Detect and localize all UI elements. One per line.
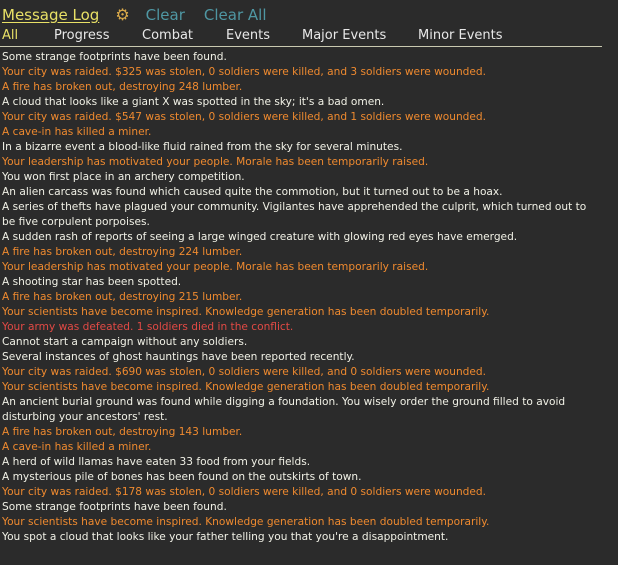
message-item: A sudden rash of reports of seeing a lar… (2, 231, 518, 243)
tab-major-events[interactable]: Major Events (302, 28, 386, 43)
message-item: An ancient burial ground was found while… (2, 396, 566, 423)
message-item: A shooting star has been spotted. (2, 276, 182, 288)
message-item: You spot a cloud that looks like your fa… (2, 531, 449, 543)
message-item: Your city was raided. $547 was stolen, 0… (2, 111, 486, 123)
message-item: Some strange footprints have been found. (2, 51, 227, 63)
message-item: Your leadership has motivated your peopl… (2, 261, 429, 273)
message-item: A mysterious pile of bones has been foun… (2, 471, 362, 483)
message-item: Your scientists have become inspired. Kn… (2, 381, 490, 393)
message-item: A series of thefts have plagued your com… (2, 201, 587, 228)
gear-icon[interactable]: ⚙ (115, 7, 129, 23)
message-list: Some strange footprints have been found.… (2, 50, 598, 545)
message-item: Your scientists have become inspired. Kn… (2, 306, 490, 318)
message-item: A cloud that looks like a giant X was sp… (2, 96, 385, 108)
message-log-header: Message Log ⚙ Clear Clear All (2, 4, 285, 26)
message-item: An alien carcass was found which caused … (2, 186, 503, 198)
message-item: Your city was raided. $178 was stolen, 0… (2, 486, 486, 498)
message-item: Your scientists have become inspired. Kn… (2, 516, 490, 528)
tab-events[interactable]: Events (226, 28, 270, 43)
message-item: A fire has broken out, destroying 224 lu… (2, 246, 243, 258)
clear-button[interactable]: Clear (146, 6, 185, 24)
message-item: A fire has broken out, destroying 215 lu… (2, 291, 243, 303)
message-log-title[interactable]: Message Log (2, 6, 99, 24)
message-item: Your city was raided. $325 was stolen, 0… (2, 66, 486, 78)
message-list-scrollbar[interactable] (606, 50, 618, 565)
message-item: Your army was defeated. 1 soldiers died … (2, 321, 294, 333)
message-item: Cannot start a campaign without any sold… (2, 336, 248, 348)
message-item: A fire has broken out, destroying 248 lu… (2, 81, 243, 93)
message-item: Your city was raided. $690 was stolen, 0… (2, 366, 486, 378)
message-item: A herd of wild llamas have eaten 33 food… (2, 456, 311, 468)
message-item: A cave-in has killed a miner. (2, 441, 152, 453)
clear-all-button[interactable]: Clear All (204, 6, 267, 24)
message-item: A fire has broken out, destroying 143 lu… (2, 426, 243, 438)
tab-minor-events[interactable]: Minor Events (418, 28, 503, 43)
message-filter-tabs: All Progress Combat Events Major Events … (0, 28, 602, 47)
tab-progress[interactable]: Progress (54, 28, 109, 43)
message-item: You won first place in an archery compet… (2, 171, 245, 183)
message-item: In a bizarre event a blood-like fluid ra… (2, 141, 403, 153)
message-item: Several instances of ghost hauntings hav… (2, 351, 355, 363)
message-item: Some strange footprints have been found. (2, 501, 227, 513)
message-item: A cave-in has killed a miner. (2, 126, 152, 138)
tab-combat[interactable]: Combat (142, 28, 193, 43)
message-item: Your leadership has motivated your peopl… (2, 156, 429, 168)
tab-all[interactable]: All (2, 28, 18, 43)
